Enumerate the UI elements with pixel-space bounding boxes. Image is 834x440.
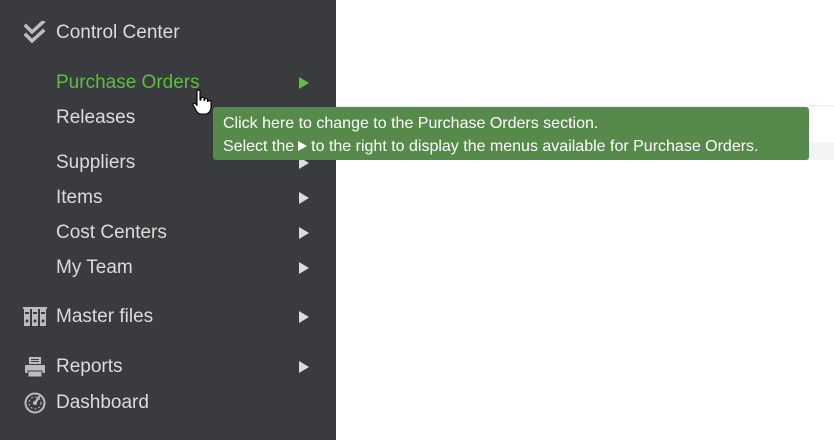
nav-item-label: Releases (56, 107, 136, 128)
nav-item-control-center[interactable]: Control Center (0, 18, 336, 48)
nav-item-items[interactable]: Items (0, 183, 336, 213)
nav-item-label: Cost Centers (56, 222, 167, 243)
gauge-icon (22, 390, 48, 416)
tooltip-line-1: Click here to change to the Purchase Ord… (223, 115, 599, 132)
expand-arrow-icon[interactable] (299, 192, 309, 204)
nav-item-master-files[interactable]: Master files (0, 302, 336, 332)
nav-item-label: Items (56, 187, 103, 208)
double-check-icon (22, 20, 48, 46)
nav-item-dashboard[interactable]: Dashboard (0, 388, 336, 418)
hand-cursor-icon (192, 89, 212, 115)
tooltip-line-2: Select the to the right to display the me… (223, 135, 799, 158)
nav-item-reports[interactable]: Reports (0, 352, 336, 382)
sidebar: Control Center Purchase Orders Releases … (0, 0, 336, 440)
nav-item-cost-centers[interactable]: Cost Centers (0, 218, 336, 248)
nav-item-purchase-orders[interactable]: Purchase Orders (0, 68, 336, 98)
play-arrow-icon (298, 140, 308, 151)
nav-item-label: Dashboard (56, 392, 149, 413)
nav-item-label: Reports (56, 356, 123, 377)
expand-arrow-icon[interactable] (299, 262, 309, 274)
nav-item-my-team[interactable]: My Team (0, 253, 336, 283)
tooltip-line-2-end: to the right to display the menus availa… (311, 138, 759, 155)
nav-item-label: Purchase Orders (56, 72, 200, 93)
expand-arrow-icon[interactable] (299, 227, 309, 239)
expand-arrow-icon[interactable] (299, 311, 309, 323)
nav-item-label: Master files (56, 306, 154, 327)
expand-arrow-icon[interactable] (299, 361, 309, 373)
printer-icon (22, 354, 48, 380)
nav-item-label: My Team (56, 257, 133, 278)
binders-icon (22, 304, 48, 330)
expand-arrow-icon[interactable] (299, 77, 309, 89)
tooltip: Click here to change to the Purchase Ord… (213, 107, 809, 160)
nav-item-label: Control Center (56, 22, 180, 43)
tooltip-line-2-start: Select the (223, 138, 295, 155)
nav-item-label: Suppliers (56, 152, 136, 173)
